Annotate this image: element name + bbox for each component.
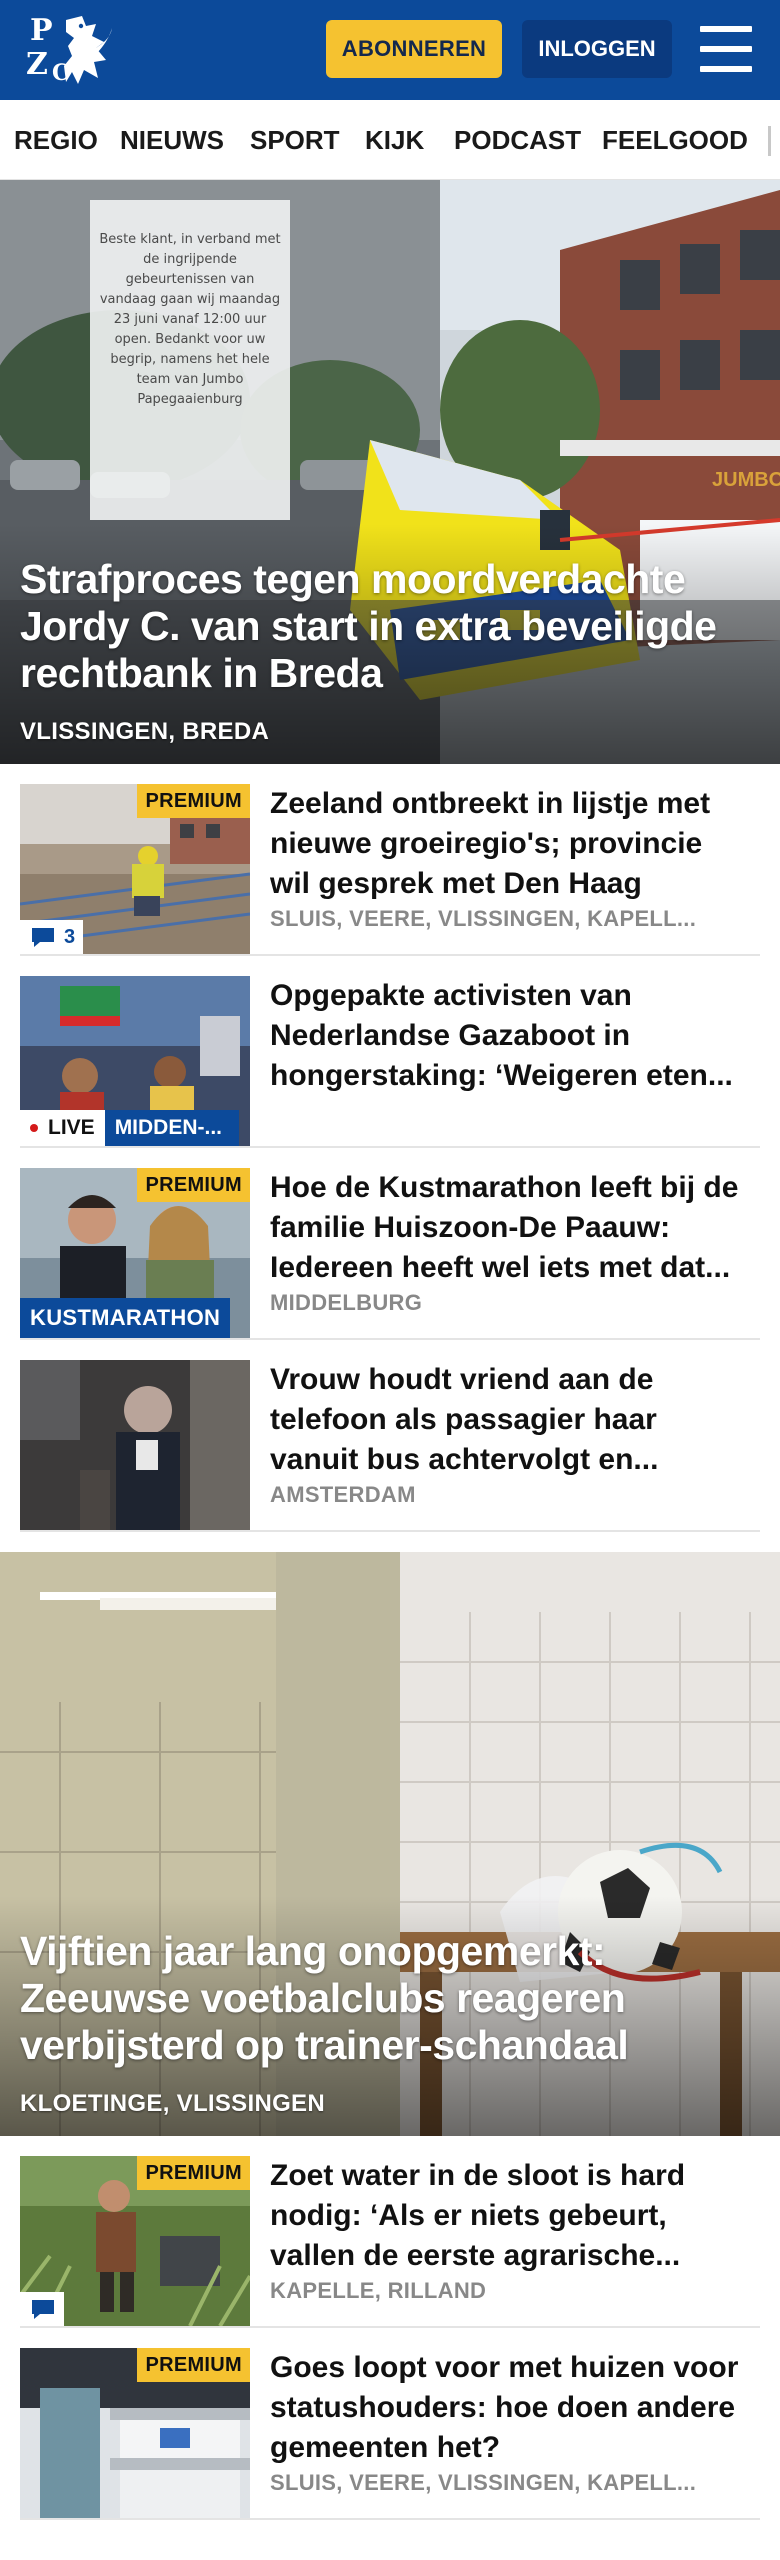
hero-location: KLOETINGE, VLISSINGEN [20, 2090, 325, 2117]
comment-bubble-icon [32, 2300, 54, 2319]
closure-notice-text: Beste klant, in verband met de ingrijpen… [99, 232, 281, 407]
hero-location: VLISSINGEN, BREDA [20, 718, 270, 745]
article-title[interactable]: Zeeland ontbreekt in lijstje met nieuwe … [270, 784, 745, 904]
article-thumbnail: PREMIUM 3 [20, 784, 250, 954]
premium-badge: PREMIUM [137, 1168, 250, 1202]
section-nav: REGIO NIEUWS SPORT KIJK PODCAST FEELGOOD [0, 100, 780, 180]
article-location: AMSTERDAM [270, 1482, 416, 1507]
article-card[interactable]: PREMIUM KUSTMARATHON Hoe de Kustmarathon… [20, 1148, 760, 1340]
comment-pill[interactable] [20, 2292, 64, 2326]
premium-badge: PREMIUM [137, 784, 250, 818]
article-thumbnail: PREMIUM KUSTMARATHON [20, 1168, 250, 1338]
hero-title[interactable]: Strafproces tegen moordverdachte Jordy C… [20, 556, 750, 697]
article-title[interactable]: Goes loopt voor met huizen voor statusho… [270, 2348, 745, 2468]
live-label: LIVE [48, 1116, 95, 1139]
article-card[interactable]: PREMIUM Zoet water in de sloot is hard n… [20, 2136, 760, 2328]
hamburger-menu-icon[interactable] [700, 26, 752, 72]
article-card[interactable]: PREMIUM Goes loopt voor met huizen voor … [20, 2328, 760, 2520]
category-tag[interactable]: KUSTMARATHON [20, 1298, 231, 1338]
live-dot-icon [30, 1124, 38, 1132]
login-button[interactable]: INLOGGEN [522, 20, 672, 78]
nav-overflow-hint [768, 126, 771, 156]
article-location: MIDDELBURG [270, 1290, 423, 1315]
article-title[interactable]: Hoe de Kustmarathon leeft bij de familie… [270, 1168, 745, 1288]
hero-article-1[interactable]: JUMBO Beste klant, in verband met de ing… [0, 180, 780, 764]
article-thumbnail: PREMIUM [20, 2156, 250, 2326]
article-location: KAPELLE, RILLAND [270, 2278, 487, 2303]
article-card[interactable]: LIVE MIDDEN-... Opgepakte activisten van… [20, 956, 760, 1148]
store-sign-text: JUMBO [712, 469, 780, 491]
lion-icon [64, 16, 112, 84]
nav-item-sport[interactable]: SPORT [250, 100, 340, 179]
article-card[interactable]: Vrouw houdt vriend aan de telefoon als p… [20, 1340, 760, 1532]
nav-item-nieuws[interactable]: NIEUWS [120, 100, 224, 179]
article-title[interactable]: Opgepakte activisten van Nederlandse Gaz… [270, 976, 745, 1096]
subscribe-button[interactable]: ABONNEREN [326, 20, 502, 78]
site-header: P Z C ABONNEREN INLOGGEN [0, 0, 780, 100]
article-location: SLUIS, VEERE, VLISSINGEN, KAPELL... [270, 906, 697, 931]
article-title[interactable]: Zoet water in de sloot is hard nodig: ‘A… [270, 2156, 745, 2276]
thumb-bus-passenger-image [20, 1360, 250, 1530]
menu-bar [700, 26, 752, 32]
article-title[interactable]: Vrouw houdt vriend aan de telefoon als p… [270, 1360, 745, 1480]
hero-title[interactable]: Vijftien jaar lang onopgemerkt: Zeeuwse … [20, 1928, 750, 2069]
premium-badge: PREMIUM [137, 2156, 250, 2190]
nav-item-podcast[interactable]: PODCAST [454, 100, 581, 179]
menu-bar [700, 66, 752, 72]
category-tag[interactable]: MIDDEN-... [104, 1110, 239, 1146]
article-thumbnail: LIVE MIDDEN-... [20, 976, 250, 1146]
nav-item-feelgood[interactable]: FEELGOOD [602, 100, 748, 179]
article-location: SLUIS, VEERE, VLISSINGEN, KAPELL... [270, 2470, 697, 2495]
menu-bar [700, 46, 752, 52]
article-thumbnail: PREMIUM [20, 2348, 250, 2518]
comment-count: 3 [64, 925, 76, 948]
nav-item-kijk[interactable]: KIJK [365, 100, 424, 179]
premium-badge: PREMIUM [137, 2348, 250, 2382]
live-category-row: LIVE MIDDEN-... [20, 1110, 239, 1146]
article-card[interactable]: PREMIUM 3 Zeeland ontbreekt in lijstje m… [20, 764, 760, 956]
pzc-logo[interactable]: P Z C [26, 12, 116, 88]
comment-count-pill[interactable]: 3 [20, 920, 84, 954]
live-badge: LIVE [20, 1110, 105, 1146]
nav-item-regio[interactable]: REGIO [14, 100, 98, 179]
article-thumbnail [20, 1360, 250, 1530]
comment-bubble-icon [32, 928, 54, 947]
hero-article-2[interactable]: Vijftien jaar lang onopgemerkt: Zeeuwse … [0, 1552, 780, 2136]
